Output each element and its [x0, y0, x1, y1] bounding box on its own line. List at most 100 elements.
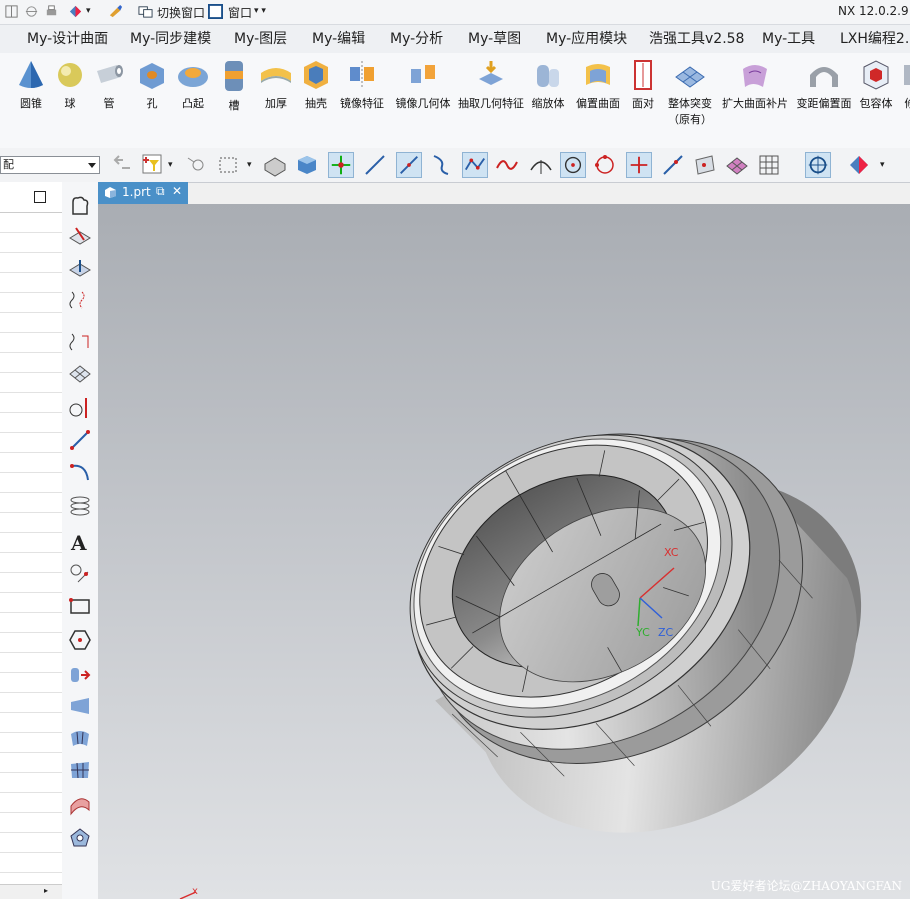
text-icon[interactable]: A	[68, 530, 92, 554]
navigator-row[interactable]	[0, 293, 62, 313]
navigator-row[interactable]	[0, 233, 62, 253]
navigator-row[interactable]	[0, 653, 62, 673]
hole-button[interactable]: 孔	[135, 59, 169, 112]
navigator-row[interactable]	[0, 413, 62, 433]
grid-icon[interactable]	[4, 4, 19, 19]
navigator-row[interactable]	[0, 673, 62, 693]
intersection-icon[interactable]	[494, 152, 520, 178]
navigator-row[interactable]	[0, 473, 62, 493]
print-icon[interactable]	[44, 4, 59, 19]
navigator-row[interactable]	[0, 433, 62, 453]
project-curve-icon[interactable]	[68, 330, 92, 354]
arc-icon[interactable]	[68, 460, 92, 484]
snap-point-icon[interactable]	[184, 152, 210, 178]
navigator-row[interactable]	[0, 713, 62, 733]
bounding-body-button[interactable]: 包容体	[856, 59, 896, 112]
quadrant-point-icon[interactable]	[592, 152, 618, 178]
polygon-icon[interactable]	[68, 628, 92, 652]
groove-button[interactable]: 槽	[217, 59, 251, 114]
patch-surface-icon[interactable]	[68, 826, 92, 850]
window-dropdown-icon[interactable]: ▾ ▾	[254, 6, 266, 16]
snap-icon[interactable]	[24, 4, 39, 19]
filter-dropdown-icon[interactable]: ▾	[168, 160, 173, 170]
render-style-icon[interactable]	[846, 152, 872, 178]
sphere-button[interactable]: 球	[53, 59, 87, 112]
menu-sync-modeling[interactable]: My-同步建模	[130, 25, 211, 53]
navigator-row[interactable]	[0, 833, 62, 853]
type-filter-dropdown[interactable]: 配	[0, 156, 100, 174]
selection-icon[interactable]	[68, 4, 83, 19]
menu-sketch[interactable]: My-草图	[468, 25, 521, 53]
menu-tools[interactable]: My-工具	[762, 25, 815, 53]
menu-haoqiang-tools[interactable]: 浩强工具v2.58	[649, 25, 744, 53]
navigator-row[interactable]	[0, 733, 62, 753]
navigator-row[interactable]	[0, 553, 62, 573]
navigator-row[interactable]	[0, 213, 62, 233]
through-curves-icon[interactable]	[68, 726, 92, 750]
face-pair-button[interactable]: 面对	[628, 59, 658, 112]
navigator-row[interactable]	[0, 393, 62, 413]
bounded-grid-icon[interactable]	[724, 152, 750, 178]
navigator-row[interactable]	[0, 493, 62, 513]
scale-body-button[interactable]: 缩放体	[530, 59, 566, 112]
menu-applications[interactable]: My-应用模块	[546, 25, 627, 53]
filter-funnel-icon[interactable]	[140, 152, 166, 178]
navigator-row[interactable]	[0, 593, 62, 613]
navigator-row[interactable]	[0, 813, 62, 833]
emboss-button[interactable]: 凸起	[175, 59, 211, 112]
navigator-row[interactable]	[0, 573, 62, 593]
brush-icon[interactable]	[108, 4, 123, 19]
navigator-row[interactable]	[0, 333, 62, 353]
line-endpoint-icon[interactable]	[362, 152, 388, 178]
graphics-viewport[interactable]: XC YC ZC x UG爱好者论坛@ZHAOYANGFAN	[98, 204, 910, 899]
menu-edit[interactable]: My-编辑	[312, 25, 365, 53]
extract-geometry-button[interactable]: 抽取几何特征	[457, 59, 525, 112]
navigator-row[interactable]	[0, 253, 62, 273]
mirror-geometry-button[interactable]: 镜像几何体	[392, 59, 454, 112]
window-restore-icon[interactable]: ⧉	[156, 184, 165, 199]
navigator-row[interactable]	[0, 753, 62, 773]
select-body-icon[interactable]	[294, 152, 320, 178]
rectangle-icon[interactable]	[68, 594, 92, 618]
navigator-row[interactable]	[0, 793, 62, 813]
variable-offset-button[interactable]: 变距偏置面	[796, 59, 852, 112]
switch-window-label[interactable]: 切换窗口	[157, 4, 205, 21]
navigator-row[interactable]	[0, 613, 62, 633]
line-icon[interactable]	[68, 428, 92, 452]
navigator-row[interactable]	[0, 633, 62, 653]
thicken-button[interactable]: 加厚	[258, 59, 294, 112]
part-file-tab[interactable]: 1.prt ⧉ ✕	[98, 182, 188, 204]
offset-curve-icon[interactable]	[68, 288, 92, 312]
curve-point-icon[interactable]	[428, 152, 454, 178]
navigator-row[interactable]	[0, 853, 62, 873]
maximize-icon[interactable]	[34, 191, 46, 203]
window-icon[interactable]	[208, 4, 223, 19]
menu-analysis[interactable]: My-分析	[390, 25, 443, 53]
surface-uv-icon[interactable]	[68, 362, 92, 386]
shell-button[interactable]: 抽壳	[300, 59, 332, 112]
navigator-row[interactable]	[0, 773, 62, 793]
cone-button[interactable]: 圆锥	[14, 59, 48, 112]
ruled-surface-icon[interactable]	[68, 694, 92, 718]
tube-button[interactable]: 管	[92, 59, 126, 112]
sketch-profile-icon[interactable]	[68, 194, 92, 218]
swept-surface-icon[interactable]	[68, 792, 92, 816]
helix-icon[interactable]	[68, 494, 92, 518]
ring-3d-model[interactable]: XC YC ZC x	[98, 204, 910, 899]
navigator-row[interactable]	[0, 373, 62, 393]
existing-point-icon[interactable]	[626, 152, 652, 178]
control-point-icon[interactable]	[462, 152, 488, 178]
trim-button[interactable]: 修	[900, 59, 910, 112]
menu-lxh-programming[interactable]: LXH编程2.8	[840, 25, 910, 53]
global-shaping-button[interactable]: 整体突变 （原有）	[664, 59, 716, 128]
menu-layers[interactable]: My-图层	[234, 25, 287, 53]
mirror-feature-button[interactable]: 镜像特征	[337, 59, 387, 112]
grid-snap-icon[interactable]	[756, 152, 782, 178]
render-dropdown-icon[interactable]: ▾	[880, 160, 885, 170]
navigator-row[interactable]	[0, 313, 62, 333]
horizontal-scrollbar[interactable]: ▸	[0, 884, 62, 899]
undo-filter-icon[interactable]	[110, 152, 136, 178]
arc-center-icon[interactable]	[528, 152, 554, 178]
point-icon[interactable]	[68, 562, 92, 586]
navigator-row[interactable]	[0, 453, 62, 473]
